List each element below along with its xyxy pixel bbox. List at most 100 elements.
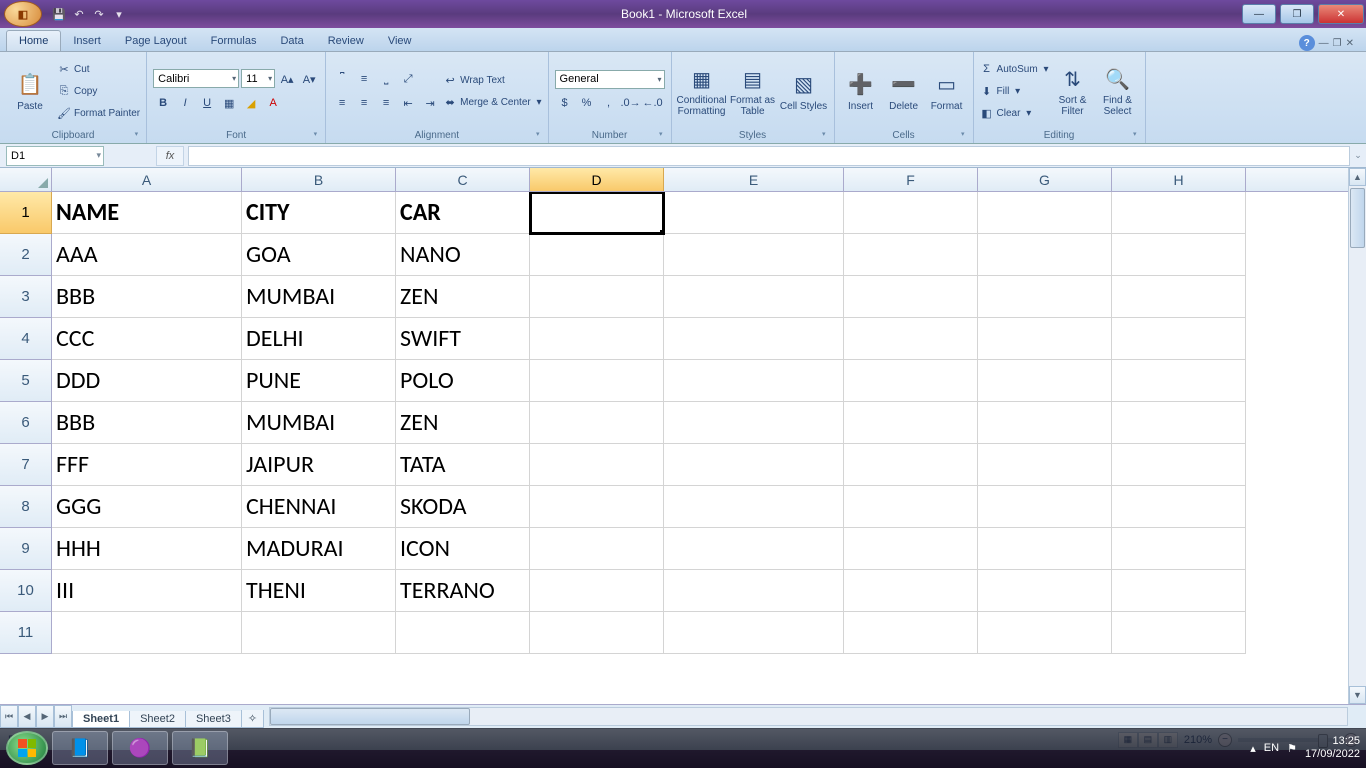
taskbar-excel-icon[interactable]: 📗: [172, 731, 228, 765]
cell-C6[interactable]: ZEN: [396, 402, 530, 444]
cell-C10[interactable]: TERRANO: [396, 570, 530, 612]
cell-A1[interactable]: NAME: [52, 192, 242, 234]
align-right-icon[interactable]: ≡: [376, 93, 396, 113]
language-indicator[interactable]: EN: [1264, 742, 1279, 754]
border-button[interactable]: ▦: [219, 93, 239, 113]
cell-F7[interactable]: [844, 444, 978, 486]
underline-button[interactable]: U: [197, 93, 217, 113]
cell-H10[interactable]: [1112, 570, 1246, 612]
cell-C3[interactable]: ZEN: [396, 276, 530, 318]
conditional-formatting-button[interactable]: ▦Conditional Formatting: [678, 65, 726, 117]
ribbon-minimize-icon[interactable]: —: [1319, 38, 1329, 49]
paste-button[interactable]: 📋 Paste: [6, 71, 54, 112]
cell-A8[interactable]: GGG: [52, 486, 242, 528]
cell-F3[interactable]: [844, 276, 978, 318]
cell-H11[interactable]: [1112, 612, 1246, 654]
cell-B8[interactable]: CHENNAI: [242, 486, 396, 528]
copy-button[interactable]: ⎘Copy: [57, 81, 140, 101]
sheet-tab-2[interactable]: Sheet2: [129, 711, 186, 728]
doc-close-icon[interactable]: ✕: [1346, 38, 1354, 49]
cut-button[interactable]: ✂Cut: [57, 59, 140, 79]
cell-G1[interactable]: [978, 192, 1112, 234]
cell-A3[interactable]: BBB: [52, 276, 242, 318]
cell-E9[interactable]: [664, 528, 844, 570]
currency-icon[interactable]: $: [555, 93, 575, 113]
cell-B11[interactable]: [242, 612, 396, 654]
cell-E3[interactable]: [664, 276, 844, 318]
row-header-8[interactable]: 8: [0, 486, 52, 528]
cell-H6[interactable]: [1112, 402, 1246, 444]
cell-C1[interactable]: CAR: [396, 192, 530, 234]
cell-C4[interactable]: SWIFT: [396, 318, 530, 360]
cell-H8[interactable]: [1112, 486, 1246, 528]
decrease-indent-icon[interactable]: ⇤: [398, 93, 418, 113]
increase-indent-icon[interactable]: ⇥: [420, 93, 440, 113]
cell-G2[interactable]: [978, 234, 1112, 276]
cell-H2[interactable]: [1112, 234, 1246, 276]
cell-G6[interactable]: [978, 402, 1112, 444]
cell-E10[interactable]: [664, 570, 844, 612]
cell-F4[interactable]: [844, 318, 978, 360]
taskbar-browser-icon[interactable]: 🟣: [112, 731, 168, 765]
format-as-table-button[interactable]: ▤Format as Table: [729, 65, 777, 117]
italic-button[interactable]: I: [175, 93, 195, 113]
align-center-icon[interactable]: ≡: [354, 93, 374, 113]
scroll-down-icon[interactable]: ▼: [1349, 686, 1366, 704]
sheet-nav-last-icon[interactable]: ⏭: [54, 705, 72, 728]
tab-page-layout[interactable]: Page Layout: [113, 31, 199, 51]
align-left-icon[interactable]: ≡: [332, 93, 352, 113]
save-icon[interactable]: 💾: [50, 5, 68, 23]
cell-G10[interactable]: [978, 570, 1112, 612]
cell-G4[interactable]: [978, 318, 1112, 360]
cell-B6[interactable]: MUMBAI: [242, 402, 396, 444]
font-size-combo[interactable]: 11: [241, 69, 275, 88]
help-icon[interactable]: ?: [1299, 35, 1315, 51]
cell-C2[interactable]: NANO: [396, 234, 530, 276]
maximize-button[interactable]: ❐: [1280, 4, 1314, 24]
row-header-2[interactable]: 2: [0, 234, 52, 276]
cell-B4[interactable]: DELHI: [242, 318, 396, 360]
redo-icon[interactable]: ↷: [90, 5, 108, 23]
cell-E7[interactable]: [664, 444, 844, 486]
align-middle-icon[interactable]: ≡: [354, 69, 374, 89]
cell-C9[interactable]: ICON: [396, 528, 530, 570]
cell-A10[interactable]: III: [52, 570, 242, 612]
bold-button[interactable]: B: [153, 93, 173, 113]
cell-E4[interactable]: [664, 318, 844, 360]
cell-F2[interactable]: [844, 234, 978, 276]
taskbar-word-icon[interactable]: 📘: [52, 731, 108, 765]
cell-A2[interactable]: AAA: [52, 234, 242, 276]
cell-F1[interactable]: [844, 192, 978, 234]
cell-B7[interactable]: JAIPUR: [242, 444, 396, 486]
cell-A9[interactable]: HHH: [52, 528, 242, 570]
cell-E2[interactable]: [664, 234, 844, 276]
cell-E1[interactable]: [664, 192, 844, 234]
cell-D4[interactable]: [530, 318, 664, 360]
tray-clock[interactable]: 13:25 17/09/2022: [1305, 735, 1360, 761]
cell-D6[interactable]: [530, 402, 664, 444]
scroll-up-icon[interactable]: ▲: [1349, 168, 1366, 186]
cell-A7[interactable]: FFF: [52, 444, 242, 486]
cell-B5[interactable]: PUNE: [242, 360, 396, 402]
cell-C7[interactable]: TATA: [396, 444, 530, 486]
cell-F10[interactable]: [844, 570, 978, 612]
undo-icon[interactable]: ↶: [70, 5, 88, 23]
align-top-icon[interactable]: ⎴: [332, 69, 352, 89]
cell-A4[interactable]: CCC: [52, 318, 242, 360]
tab-home[interactable]: Home: [6, 30, 61, 51]
delete-cells-button[interactable]: ➖Delete: [884, 71, 924, 112]
cell-H7[interactable]: [1112, 444, 1246, 486]
cell-B9[interactable]: MADURAI: [242, 528, 396, 570]
cell-E5[interactable]: [664, 360, 844, 402]
cell-H3[interactable]: [1112, 276, 1246, 318]
minimize-button[interactable]: —: [1242, 4, 1276, 24]
row-header-4[interactable]: 4: [0, 318, 52, 360]
cell-F11[interactable]: [844, 612, 978, 654]
qat-customize-icon[interactable]: ▾: [110, 5, 128, 23]
tab-data[interactable]: Data: [268, 31, 315, 51]
autosum-button[interactable]: ΣAutoSum ▾: [980, 59, 1049, 79]
start-button[interactable]: [6, 731, 48, 765]
comma-icon[interactable]: ,: [599, 93, 619, 113]
office-button[interactable]: ◧: [4, 1, 42, 27]
shrink-font-icon[interactable]: A▾: [299, 69, 319, 89]
